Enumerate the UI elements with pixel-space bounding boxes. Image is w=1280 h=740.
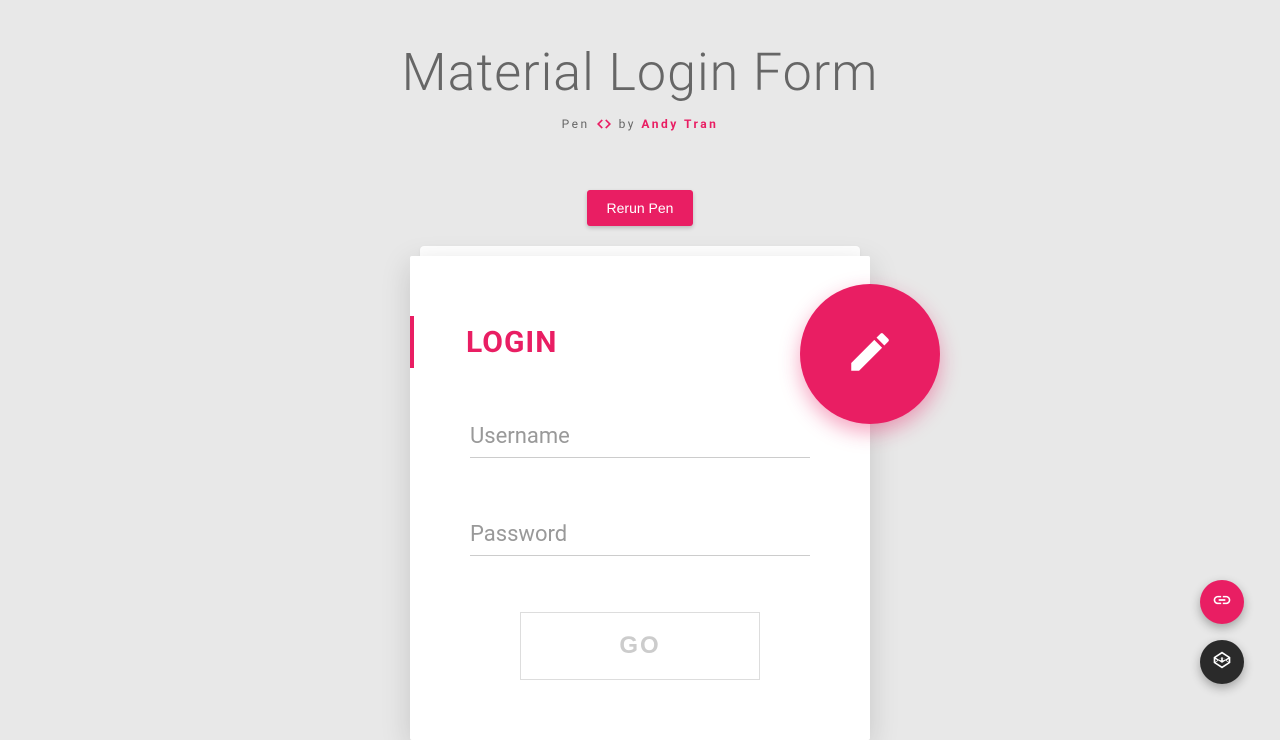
codepen-fab-button[interactable] xyxy=(1200,640,1244,684)
link-icon xyxy=(1212,590,1232,614)
username-input[interactable] xyxy=(470,416,810,458)
go-button[interactable]: GO xyxy=(520,612,760,680)
edit-fab-button[interactable] xyxy=(800,284,940,424)
codepen-icon xyxy=(1212,650,1232,674)
author-link[interactable]: Andy Tran xyxy=(641,117,718,131)
password-input[interactable] xyxy=(470,514,810,556)
login-card: LOGIN GO xyxy=(410,256,870,740)
page-title: Material Login Form xyxy=(0,42,1280,103)
pencil-icon xyxy=(845,327,895,381)
subtitle-prefix: Pen xyxy=(562,117,590,131)
login-heading: LOGIN xyxy=(410,316,557,368)
subtitle-by: by xyxy=(619,117,636,131)
link-fab-button[interactable] xyxy=(1200,580,1244,624)
code-icon xyxy=(597,118,611,132)
rerun-button[interactable]: Rerun Pen xyxy=(587,190,694,226)
login-heading-text: LOGIN xyxy=(466,325,557,360)
page-subtitle: Pen by Andy Tran xyxy=(0,117,1280,132)
